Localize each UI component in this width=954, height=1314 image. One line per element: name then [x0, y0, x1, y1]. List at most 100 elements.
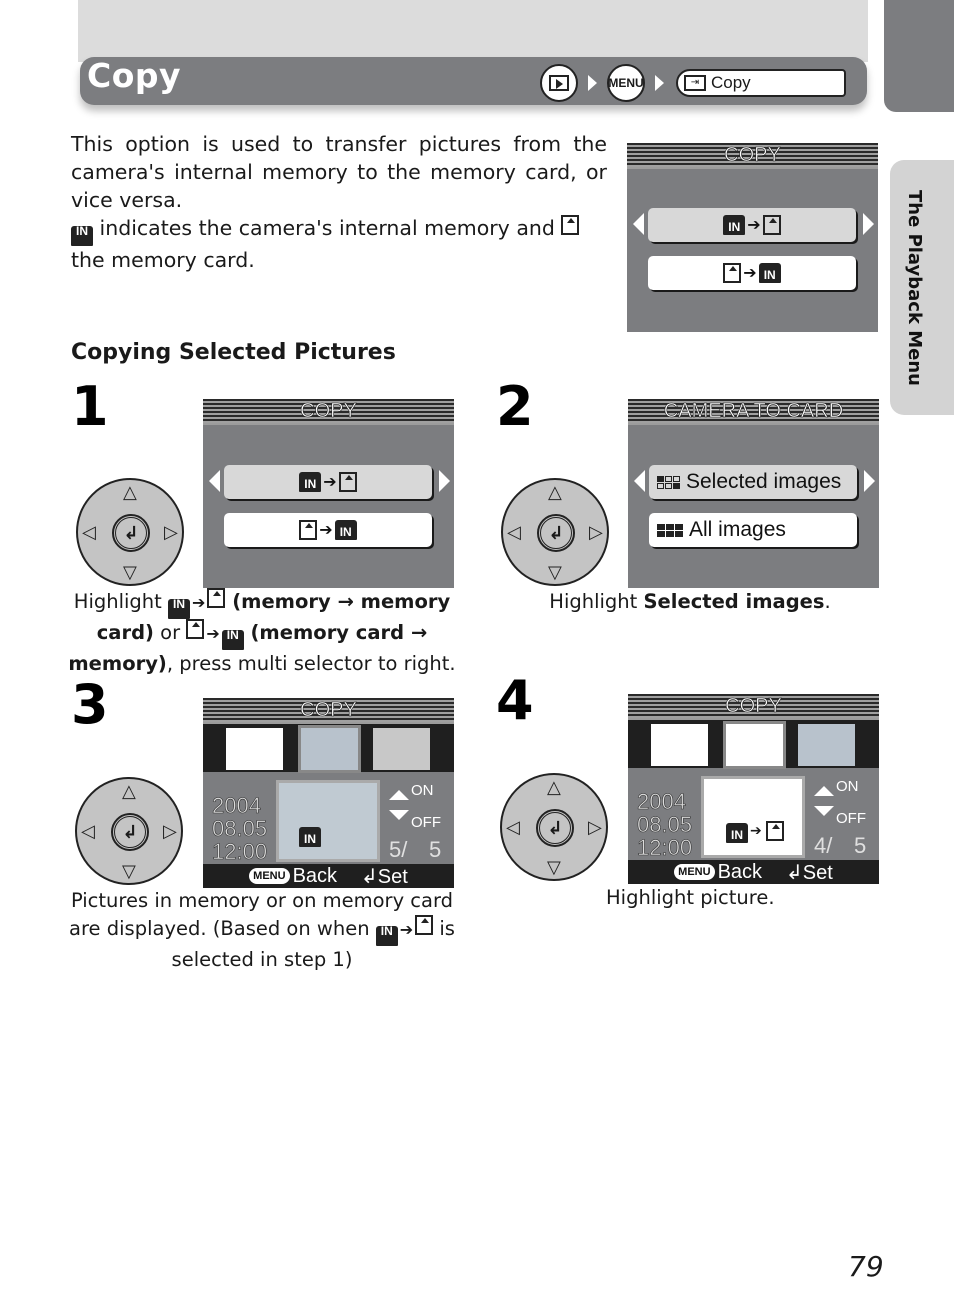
memory-card-icon [338, 472, 357, 492]
up-arrow-icon: △ [122, 781, 136, 802]
down-arrow-icon: ▽ [548, 562, 562, 583]
ok-button: ↲ [111, 813, 149, 851]
screen-title: COPY [300, 399, 357, 422]
screen-title-bar: COPY [627, 143, 878, 169]
step1-copy-screen: COPY IN ➔ ➔ IN [203, 399, 454, 588]
right-arrow-icon [863, 213, 874, 235]
option-selected-images[interactable]: Selected images [649, 465, 857, 499]
image-counter-total: 5 [429, 837, 442, 862]
multi-selector: △ ▽ ◁ ▷ ↲ [500, 773, 608, 881]
step4-image-selection-screen: COPY 2004 08.05 12:00 IN ➔ ON OFF 4/ 5 M… [628, 694, 879, 884]
option-memory-to-card[interactable]: IN ➔ [648, 208, 856, 242]
right-arrow-icon: ▷ [589, 522, 603, 543]
thumbnail-flowers-selected[interactable] [298, 725, 361, 773]
right-arrow-icon: ▷ [163, 821, 177, 842]
on-label: ON [411, 782, 434, 799]
internal-memory-icon: IN [221, 628, 244, 650]
arrow-right-icon: ➔ [323, 474, 337, 491]
breadcrumb-separator-icon [655, 75, 664, 91]
right-arrow-icon [439, 470, 450, 492]
internal-memory-icon: IN [299, 827, 321, 847]
up-arrow-icon: △ [123, 482, 137, 503]
intro-copy-screen: COPY IN ➔ ➔ IN [627, 143, 878, 332]
left-arrow-icon [634, 470, 645, 492]
arrow-right-icon: ➔ [747, 217, 761, 234]
internal-memory-icon: IN [334, 520, 357, 540]
down-toggle-icon [814, 806, 834, 816]
date-day: 08.05 [637, 812, 693, 837]
image-counter-total: 5 [854, 833, 867, 858]
down-arrow-icon: ▽ [547, 857, 561, 878]
date-year: 2004 [212, 793, 262, 818]
ok-button: ↲ [112, 514, 150, 552]
caption-text: , press multi selector to right. [166, 652, 456, 675]
option-card-to-memory[interactable]: ➔ IN [648, 256, 856, 290]
enter-icon: ↲ [548, 522, 564, 544]
option-memory-to-card[interactable]: IN ➔ [224, 465, 432, 499]
image-counter-current: 5/ [389, 837, 408, 862]
thumbnail-landscape[interactable] [226, 728, 283, 770]
screen-title: COPY [300, 698, 357, 721]
chapter-tab-label: The Playback Menu [904, 190, 925, 386]
set-label: Set [377, 865, 408, 888]
back-label: Back [717, 860, 763, 883]
arrow-right-icon: ➔ [743, 265, 757, 282]
option-card-to-memory[interactable]: ➔ IN [224, 513, 432, 547]
selected-images-icon [657, 475, 680, 489]
step-number-2: 2 [496, 375, 534, 438]
memory-card-icon [415, 915, 434, 935]
caption-text: or [153, 621, 187, 644]
memory-card-icon [762, 215, 781, 235]
left-arrow-icon [209, 470, 220, 492]
step3-caption: Pictures in memory or on memory card are… [66, 887, 458, 974]
thumbnail-flowers[interactable] [798, 724, 855, 766]
internal-memory-icon: IN [71, 224, 93, 246]
thumbnail-landscape-selected[interactable] [723, 721, 786, 769]
up-arrow-icon: △ [548, 482, 562, 503]
breadcrumb-copy-item: ⇥ Copy [676, 69, 846, 97]
screen-title-bar: COPY [203, 399, 454, 425]
arrow-right-icon: ➔ [206, 624, 220, 643]
back-label: Back [292, 864, 338, 887]
caption-bold: Selected images [643, 590, 825, 613]
left-arrow-icon [633, 213, 644, 235]
caption-text: is [433, 917, 455, 940]
thumbnail-strip [203, 724, 454, 773]
ok-button: ↲ [536, 809, 574, 847]
image-preview: IN ➔ [701, 776, 805, 858]
breadcrumb-copy-label: Copy [711, 73, 751, 92]
up-toggle-icon [814, 786, 834, 796]
caption-text: Highlight [549, 590, 644, 613]
left-arrow-icon: ◁ [506, 817, 520, 838]
thumbnail-empty[interactable] [373, 728, 430, 770]
date-time: 12:00 [212, 839, 268, 864]
screen-title-bar: COPY [203, 698, 454, 724]
multi-selector: △ ▽ ◁ ▷ ↲ [501, 478, 609, 586]
image-counter-current: 4/ [814, 833, 833, 858]
breadcrumb-menu-button: MENU [607, 64, 645, 102]
caption-text: are displayed. (Based on when [69, 917, 376, 940]
thumbnail-family[interactable] [651, 724, 708, 766]
page-title: Copy [87, 56, 182, 95]
header-background [78, 0, 868, 62]
down-toggle-icon [389, 810, 409, 820]
screen-title-bar: COPY [628, 694, 879, 720]
internal-memory-icon: IN [758, 263, 781, 283]
set-hint: ↲Set [786, 860, 833, 885]
caption-text: . [824, 590, 831, 613]
caption-text: Highlight [73, 590, 169, 613]
option-all-images[interactable]: All images [649, 513, 857, 547]
back-hint: MENU Back [249, 865, 337, 888]
option-label: Selected images [686, 470, 842, 493]
step-number-4: 4 [496, 669, 534, 732]
memory-card-icon [766, 821, 784, 841]
step3-image-selection-screen: COPY 2004 08.05 12:00 IN ON OFF 5/ 5 MEN… [203, 698, 454, 888]
date-day: 08.05 [212, 816, 268, 841]
set-label: Set [802, 861, 833, 884]
on-label: ON [836, 778, 859, 795]
playback-icon [549, 75, 569, 91]
copy-icon: ⇥ [684, 75, 706, 91]
arrow-right-icon: ➔ [319, 522, 333, 539]
off-label: OFF [836, 810, 866, 827]
page-number: 79 [848, 1250, 884, 1283]
